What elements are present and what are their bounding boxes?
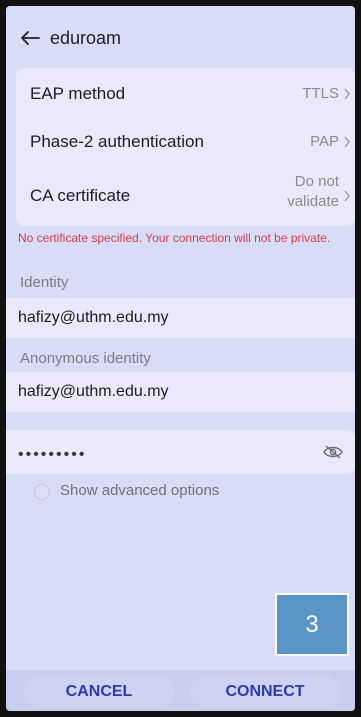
eye-off-icon[interactable]: [323, 444, 343, 460]
phone-frame: eduroam EAP method TTLS Phase-2 authenti…: [0, 0, 361, 717]
step-number-badge: 3: [275, 593, 349, 656]
password-input[interactable]: •••••••••: [18, 446, 86, 464]
phase2-value: PAP: [310, 133, 339, 150]
eap-method-row[interactable]: EAP method TTLS: [16, 68, 355, 118]
certificate-warning: No certificate specified. Your connectio…: [18, 231, 331, 245]
phase2-label: Phase-2 authentication: [30, 132, 204, 151]
identity-label: Identity: [20, 274, 69, 291]
ca-certificate-row[interactable]: CA certificate Do not validate: [16, 166, 355, 226]
identity-input[interactable]: hafizy@uthm.edu.my: [18, 309, 169, 327]
anonymous-identity-label: Anonymous identity: [20, 350, 151, 367]
connect-button[interactable]: CONNECT: [190, 676, 340, 708]
top-bar: eduroam: [6, 6, 355, 68]
advanced-options-label[interactable]: Show advanced options: [60, 482, 219, 499]
chevron-right-icon: [344, 136, 350, 148]
identity-field[interactable]: hafizy@uthm.edu.my: [6, 298, 355, 338]
eap-method-label: EAP method: [30, 84, 126, 103]
phase2-row[interactable]: Phase-2 authentication PAP: [16, 118, 355, 166]
chevron-right-icon: [344, 190, 350, 202]
screen: eduroam EAP method TTLS Phase-2 authenti…: [6, 6, 355, 711]
ca-certificate-label: CA certificate: [30, 186, 131, 205]
anonymous-identity-field[interactable]: hafizy@uthm.edu.my: [6, 372, 355, 412]
advanced-options-checkbox[interactable]: [34, 484, 50, 500]
chevron-right-icon: [344, 88, 350, 100]
anonymous-identity-input[interactable]: hafizy@uthm.edu.my: [18, 383, 169, 401]
page-title: eduroam: [50, 28, 122, 48]
back-arrow-icon[interactable]: [20, 30, 40, 46]
eap-method-value: TTLS: [302, 85, 339, 102]
cancel-button[interactable]: CANCEL: [24, 676, 174, 708]
ca-certificate-value: Do not validate: [287, 173, 339, 210]
eap-settings-card: EAP method TTLS Phase-2 authentication P…: [16, 68, 355, 226]
